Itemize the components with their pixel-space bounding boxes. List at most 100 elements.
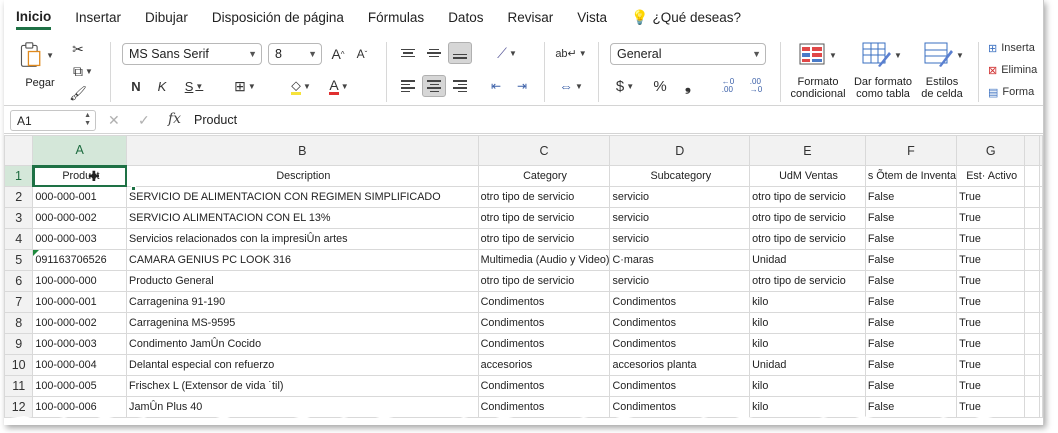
row-header[interactable]: 7 xyxy=(4,291,34,313)
font-color-button[interactable]: A ▼ xyxy=(322,75,356,97)
tab-revisar[interactable]: Revisar xyxy=(507,10,553,25)
cell[interactable]: False xyxy=(864,207,958,229)
cell[interactable]: Condimento JamÛn Cocido xyxy=(126,333,479,355)
cell[interactable]: Servicios relacionados con la impresiÛn … xyxy=(126,228,479,250)
number-format-select[interactable]: General ▼ xyxy=(610,43,766,65)
cell[interactable]: servicio xyxy=(609,186,751,208)
currency-button[interactable]: $ ▼ xyxy=(610,75,640,97)
cell[interactable]: kilo xyxy=(749,312,866,334)
cell[interactable]: otro tipo de servicio xyxy=(749,186,866,208)
fill-color-button[interactable]: ⬦ ▼ xyxy=(284,75,318,97)
cell[interactable]: Unidad xyxy=(749,354,866,376)
cell[interactable]: servicio xyxy=(609,228,751,250)
cell[interactable]: True xyxy=(956,186,1026,208)
cell[interactable]: Condimentos xyxy=(609,333,751,355)
paste-button[interactable]: ▼ xyxy=(18,38,54,72)
cell[interactable]: Condimentos xyxy=(609,312,751,334)
merge-center-button[interactable]: ⇔ ▼ xyxy=(554,75,588,97)
cell[interactable]: False xyxy=(864,354,958,376)
cell[interactable]: False xyxy=(864,228,958,250)
decrease-indent-button[interactable]: ⇤ xyxy=(484,75,508,97)
row-header[interactable]: 10 xyxy=(4,354,34,376)
cell[interactable] xyxy=(1024,354,1040,376)
tab-formulas[interactable]: Fórmulas xyxy=(368,10,424,25)
cell[interactable]: 100-000-002 xyxy=(32,312,128,334)
cell[interactable]: Frischex L (Extensor de vida ˙til) xyxy=(126,375,479,397)
decrease-decimal-button[interactable]: .00 →0 xyxy=(744,75,768,97)
font-size-select[interactable]: 8 ▼ xyxy=(268,43,322,65)
decrease-font-button[interactable]: Aˇ xyxy=(350,43,374,65)
header-cell[interactable]: Product xyxy=(32,165,128,187)
increase-indent-button[interactable]: ⇥ xyxy=(510,75,534,97)
tab-inicio[interactable]: Inicio xyxy=(16,9,52,30)
cell[interactable]: kilo xyxy=(749,375,866,397)
row-header[interactable]: 2 xyxy=(4,186,34,208)
cell[interactable]: 091163706526 xyxy=(32,249,128,271)
select-all-corner[interactable] xyxy=(4,135,34,166)
cell-styles-button[interactable]: ▼ xyxy=(920,40,968,70)
format-cells-button[interactable]: ▤ Forma xyxy=(988,84,1034,100)
cell[interactable]: True xyxy=(956,354,1026,376)
tab-datos[interactable]: Datos xyxy=(448,10,483,25)
cell[interactable]: SERVICIO ALIMENTACION CON EL 13% xyxy=(126,207,479,229)
column-header-a[interactable]: A xyxy=(32,135,128,167)
cell[interactable]: Carragenina 91-190 xyxy=(126,291,479,313)
column-header-h[interactable] xyxy=(1024,135,1040,166)
column-header-b[interactable]: B xyxy=(126,135,479,166)
insert-cells-button[interactable]: ⊞ Inserta xyxy=(988,40,1035,56)
cell[interactable]: otro tipo de servicio xyxy=(477,186,611,208)
cell[interactable]: Unidad xyxy=(749,249,866,271)
cell[interactable]: False xyxy=(864,186,958,208)
formula-input[interactable]: Product xyxy=(194,113,237,127)
wrap-text-button[interactable]: ab↵ ▼ xyxy=(554,42,588,64)
cancel-icon[interactable]: ✕ xyxy=(108,112,120,129)
cell[interactable]: 000-000-002 xyxy=(32,207,128,229)
percent-button[interactable]: % xyxy=(648,75,672,97)
conditional-format-button[interactable]: ▼ xyxy=(794,40,842,70)
cell[interactable]: True xyxy=(956,249,1026,271)
cell[interactable]: True xyxy=(956,375,1026,397)
cell[interactable]: False xyxy=(864,333,958,355)
copy-button[interactable]: ⧉ ▼ xyxy=(66,60,100,82)
cell[interactable]: 100-000-003 xyxy=(32,333,128,355)
bold-button[interactable]: N xyxy=(124,75,148,97)
row-header[interactable]: 8 xyxy=(4,312,34,334)
name-box[interactable]: A1 ▲ ▼ xyxy=(10,110,96,131)
row-header[interactable]: 6 xyxy=(4,270,34,292)
comma-style-button[interactable]: ❟ xyxy=(676,75,700,97)
cell[interactable] xyxy=(1024,291,1040,313)
cell[interactable]: Condimentos xyxy=(477,375,611,397)
cell[interactable]: 000-000-003 xyxy=(32,228,128,250)
delete-cells-button[interactable]: ⊠ Elimina xyxy=(988,62,1037,78)
cell[interactable]: otro tipo de servicio xyxy=(749,270,866,292)
cell[interactable]: False xyxy=(864,249,958,271)
cell[interactable]: otro tipo de servicio xyxy=(749,207,866,229)
row-header[interactable]: 1 xyxy=(4,165,34,187)
cell[interactable]: servicio xyxy=(609,270,751,292)
cell[interactable]: True xyxy=(956,228,1026,250)
cell[interactable] xyxy=(1024,249,1040,271)
cell[interactable]: True xyxy=(956,270,1026,292)
cell[interactable] xyxy=(1024,270,1040,292)
cell[interactable] xyxy=(1024,186,1040,208)
cell[interactable]: Carragenina MS-9595 xyxy=(126,312,479,334)
cell[interactable]: otro tipo de servicio xyxy=(477,270,611,292)
cell[interactable] xyxy=(1024,312,1040,334)
cell[interactable]: Condimentos xyxy=(609,375,751,397)
cell[interactable]: 000-000-001 xyxy=(32,186,128,208)
header-cell[interactable]: Subcategory xyxy=(609,165,751,187)
cell[interactable]: 100-000-005 xyxy=(32,375,128,397)
cell[interactable]: True xyxy=(956,207,1026,229)
column-header-c[interactable]: C xyxy=(477,135,611,166)
row-header[interactable]: 11 xyxy=(4,375,34,397)
column-header-g[interactable]: G xyxy=(956,135,1026,166)
cell[interactable]: SERVICIO DE ALIMENTACION CON REGIMEN SIM… xyxy=(126,186,479,208)
column-header-d[interactable]: D xyxy=(609,135,751,166)
align-bottom-button[interactable] xyxy=(448,42,472,64)
row-header[interactable]: 4 xyxy=(4,228,34,250)
header-cell[interactable]: Est· Activo xyxy=(956,165,1026,187)
row-header[interactable]: 5 xyxy=(4,249,34,271)
italic-button[interactable]: K xyxy=(150,75,174,97)
cell[interactable] xyxy=(1024,333,1040,355)
header-cell[interactable]: UdM Ventas xyxy=(749,165,866,187)
